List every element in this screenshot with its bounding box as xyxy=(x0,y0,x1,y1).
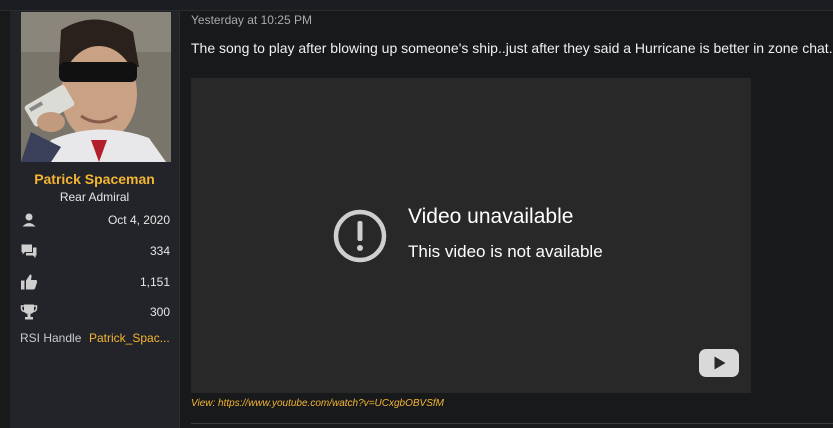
top-divider-bar xyxy=(0,0,833,11)
messages-icon xyxy=(21,244,37,258)
stat-reactions-value: 1,151 xyxy=(139,275,170,289)
video-unavailable-title: Video unavailable xyxy=(408,205,574,228)
stat-joined-value: Oct 4, 2020 xyxy=(107,213,170,227)
post-message: The song to play after blowing up someon… xyxy=(191,40,833,56)
stat-joined: Oct 4, 2020 xyxy=(20,211,170,229)
video-source-link[interactable]: View: https://www.youtube.com/watch?v=UC… xyxy=(191,398,444,409)
exclamation-circle-icon xyxy=(333,209,387,263)
post-divider xyxy=(191,423,833,424)
user-icon xyxy=(22,213,36,227)
left-gutter xyxy=(0,11,10,428)
user-rank-title: Rear Admiral xyxy=(59,190,130,204)
username-link[interactable]: Patrick Spaceman xyxy=(10,171,179,187)
post-body: Yesterday at 10:25 PM The song to play a… xyxy=(180,11,833,428)
rsi-handle-label: RSI Handle xyxy=(20,331,82,345)
stat-points-value: 300 xyxy=(149,305,170,319)
youtube-logo-icon[interactable] xyxy=(698,348,740,378)
user-sidebar: Patrick Spaceman Rear Admiral Oct 4, 202… xyxy=(10,11,180,428)
trophy-icon xyxy=(20,304,38,320)
thumbs-up-icon xyxy=(21,274,38,290)
video-embed[interactable]: Video unavailable This video is not avai… xyxy=(191,78,751,393)
post-timestamp[interactable]: Yesterday at 10:25 PM xyxy=(191,13,312,27)
stat-messages: 334 xyxy=(20,242,170,260)
rsi-handle-link[interactable]: Patrick_Spac... xyxy=(89,331,171,345)
video-unavailable-subtitle: This video is not available xyxy=(408,242,603,261)
stat-messages-value: 334 xyxy=(149,244,170,258)
avatar-image xyxy=(21,12,171,162)
stat-reactions: 1,151 xyxy=(20,273,170,291)
stat-points: 300 xyxy=(20,303,170,321)
avatar[interactable] xyxy=(21,12,171,162)
